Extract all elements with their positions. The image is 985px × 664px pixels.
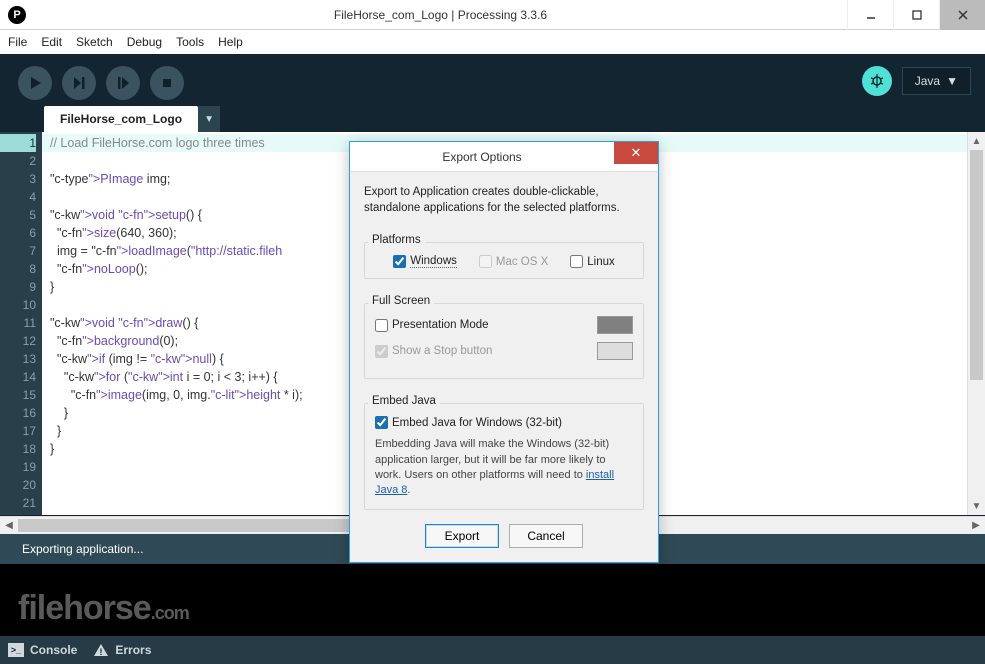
sketch-tab[interactable]: FileHorse_com_Logo (44, 106, 198, 132)
step-button[interactable] (62, 66, 96, 100)
vertical-scrollbar[interactable]: ▲ ▼ (967, 132, 985, 515)
dialog-title: Export Options (350, 150, 614, 164)
menubar: File Edit Sketch Debug Tools Help (0, 30, 985, 54)
scroll-right-icon[interactable]: ▶ (967, 520, 985, 531)
window-maximize-button[interactable] (893, 0, 939, 30)
debug-button[interactable] (106, 66, 140, 100)
chevron-down-icon: ▼ (946, 74, 958, 88)
scroll-left-icon[interactable]: ◀ (0, 520, 18, 531)
status-text: Exporting application... (22, 542, 143, 556)
errors-tab[interactable]: ! Errors (93, 643, 151, 657)
menu-file[interactable]: File (8, 35, 27, 49)
console-icon: >_ (8, 643, 24, 657)
dialog-close-button[interactable]: ✕ (614, 142, 658, 164)
menu-debug[interactable]: Debug (127, 35, 162, 49)
vscroll-thumb[interactable] (970, 150, 983, 380)
presentation-mode-checkbox[interactable]: Presentation Mode (375, 319, 489, 332)
app-logo-icon: P (8, 6, 26, 24)
export-dialog: Export Options ✕ Export to Application c… (349, 141, 659, 563)
tab-menu-button[interactable]: ▼ (198, 106, 220, 132)
platform-linux-checkbox[interactable]: Linux (570, 255, 615, 268)
stop-color-swatch[interactable] (597, 342, 633, 360)
scroll-up-icon[interactable]: ▲ (968, 132, 985, 150)
warning-icon: ! (93, 643, 109, 657)
cancel-button[interactable]: Cancel (509, 524, 583, 548)
mode-selector[interactable]: Java ▼ (902, 67, 971, 95)
presentation-color-swatch[interactable] (597, 316, 633, 334)
run-button[interactable] (18, 66, 52, 100)
embed-java-note: Embedding Java will make the Windows (32… (375, 437, 633, 499)
bottom-bar: >_ Console ! Errors (0, 636, 985, 664)
svg-text:!: ! (100, 647, 103, 657)
embed-java-checkbox[interactable]: Embed Java for Windows (32-bit) (375, 416, 633, 429)
window-title: FileHorse_com_Logo | Processing 3.3.6 (34, 8, 847, 22)
scroll-down-icon[interactable]: ▼ (968, 497, 985, 515)
dialog-intro: Export to Application creates double-cli… (364, 184, 644, 216)
mode-label: Java (915, 74, 940, 88)
toolbar: Java ▼ FileHorse_com_Logo ▼ (0, 54, 985, 132)
menu-tools[interactable]: Tools (176, 35, 204, 49)
export-button[interactable]: Export (425, 524, 499, 548)
menu-edit[interactable]: Edit (41, 35, 62, 49)
embed-java-group: Embed Java Embed Java for Windows (32-bi… (364, 389, 644, 510)
platforms-group: Platforms Windows Mac OS X Linux (364, 228, 644, 279)
window-titlebar: P FileHorse_com_Logo | Processing 3.3.6 (0, 0, 985, 30)
menu-help[interactable]: Help (218, 35, 243, 49)
window-close-button[interactable] (939, 0, 985, 30)
platform-macos-checkbox[interactable]: Mac OS X (479, 255, 548, 268)
console-output (0, 564, 985, 636)
fullscreen-group: Full Screen Presentation Mode Show a Sto… (364, 289, 644, 379)
menu-sketch[interactable]: Sketch (76, 35, 113, 49)
console-tab[interactable]: >_ Console (8, 643, 77, 657)
line-gutter: 12345678910111213141516171819202122 (0, 132, 42, 515)
stop-button-checkbox[interactable]: Show a Stop button (375, 345, 492, 358)
debug-icon[interactable] (862, 66, 892, 96)
platform-windows-checkbox[interactable]: Windows (393, 255, 457, 268)
stop-button[interactable] (150, 66, 184, 100)
window-minimize-button[interactable] (847, 0, 893, 30)
